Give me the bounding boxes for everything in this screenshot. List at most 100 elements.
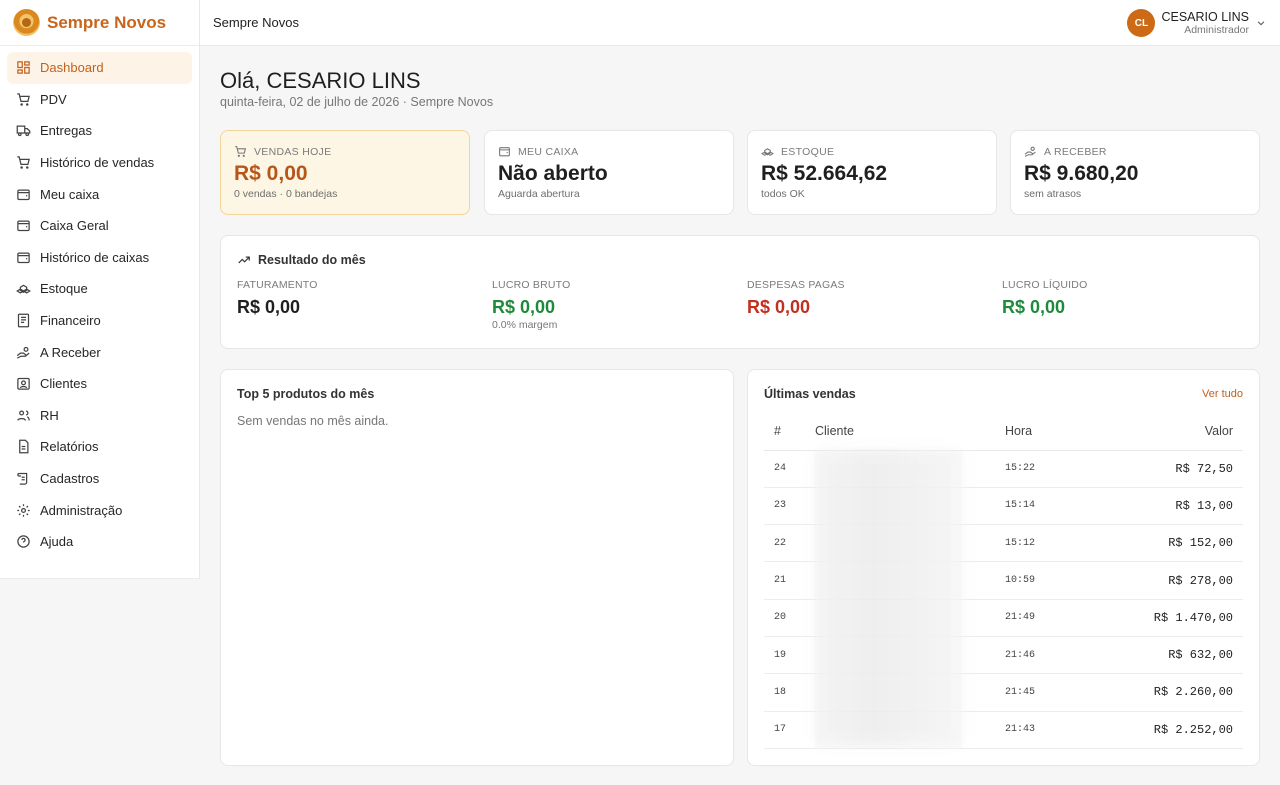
sale-value: R$ 13,00 — [1062, 487, 1243, 526]
result-label: LUCRO LÍQUIDO — [1002, 279, 1088, 291]
section-title: Últimas vendas — [764, 387, 856, 401]
sale-value: R$ 278,00 — [1062, 561, 1243, 600]
sale-time: 15:12 — [962, 524, 1062, 563]
user-role: Administrador — [1184, 24, 1249, 37]
monthly-result-card: Resultado do mês FATURAMENTO R$ 0,00 LUC… — [220, 235, 1260, 349]
sale-number: 20 — [764, 599, 815, 637]
recent-sales-card: Últimas vendas Ver tudo # Cliente Hora V… — [747, 369, 1260, 766]
sidebar-item-estoque[interactable]: Estoque — [7, 273, 192, 305]
sidebar-item-historico-caixas[interactable]: Histórico de caixas — [7, 242, 192, 274]
sidebar-item-meu-caixa[interactable]: Meu caixa — [7, 178, 192, 210]
sidebar-item-administracao[interactable]: Administração — [7, 494, 192, 526]
sidebar-item-label: Financeiro — [40, 313, 101, 329]
sidebar-item-pdv[interactable]: PDV — [7, 84, 192, 116]
sidebar-item-label: Clientes — [40, 376, 87, 392]
column-header[interactable]: Hora — [962, 413, 1062, 451]
brand[interactable]: Sempre Novos — [0, 0, 199, 46]
sale-value: R$ 2.260,00 — [1062, 673, 1243, 712]
kpi-value: R$ 9.680,20 — [1024, 162, 1139, 185]
sale-time: 21:49 — [962, 599, 1062, 637]
sale-value: R$ 1.470,00 — [1062, 599, 1243, 637]
sidebar-item-cadastros[interactable]: Cadastros — [7, 463, 192, 495]
result-label: FATURAMENTO — [237, 279, 318, 291]
sidebar-item-historico-vendas[interactable]: Histórico de vendas — [7, 147, 192, 179]
page-title: Sempre Novos — [213, 15, 299, 30]
sale-time: 21:45 — [962, 673, 1062, 712]
trending-up-icon — [238, 256, 250, 264]
see-all-link[interactable]: Ver tudo — [1202, 388, 1243, 400]
user-menu[interactable]: CL CESARIO LINS Administrador — [1127, 9, 1266, 37]
sidebar-item-entregas[interactable]: Entregas — [7, 115, 192, 147]
user-name: CESARIO LINS — [1161, 9, 1249, 24]
receipt-icon — [17, 313, 30, 328]
sidebar-item-a-receber[interactable]: A Receber — [7, 336, 192, 368]
sidebar-item-label: A Receber — [40, 344, 101, 360]
brand-name: Sempre Novos — [47, 12, 167, 32]
sale-value: R$ 2.252,00 — [1062, 711, 1243, 749]
dashboard-icon — [17, 61, 30, 75]
sidebar-item-label: Administração — [40, 502, 123, 518]
result-despesas-pagas: DESPESAS PAGAS R$ 0,00 — [747, 279, 845, 318]
cart-icon — [235, 146, 247, 157]
sale-value: R$ 632,00 — [1062, 636, 1243, 675]
result-value: R$ 0,00 — [492, 297, 556, 317]
kpi-value: Não aberto — [498, 162, 608, 185]
kpi-sub: todos OK — [761, 188, 805, 200]
scroll-icon — [17, 472, 28, 485]
kpi-sub: 0 vendas · 0 bandejas — [234, 188, 338, 200]
wallet-icon — [17, 189, 30, 200]
topbar: Sempre Novos CL CESARIO LINS Administrad… — [200, 0, 1280, 46]
sale-time: 15:22 — [962, 450, 1062, 488]
column-header[interactable]: Cliente — [815, 413, 962, 451]
result-label: LUCRO BRUTO — [492, 279, 571, 291]
result-value: R$ 0,00 — [747, 297, 811, 317]
sidebar-item-clientes[interactable]: Clientes — [7, 368, 192, 400]
sale-time: 15:14 — [962, 487, 1062, 526]
sidebar-item-rh[interactable]: RH — [7, 400, 192, 432]
result-sub: 0.0% margem — [492, 319, 558, 331]
result-label: DESPESAS PAGAS — [747, 279, 845, 291]
kpi-value: R$ 52.664,62 — [761, 162, 888, 185]
section-title: Resultado do mês — [258, 253, 366, 267]
sale-value: R$ 152,00 — [1062, 524, 1243, 563]
sidebar-item-label: Cadastros — [40, 471, 100, 487]
truck-icon — [16, 125, 31, 137]
empty-state: Sem vendas no mês ainda. — [237, 414, 389, 428]
sidebar-nav: Dashboard PDV Entregas Histórico de vend… — [0, 46, 199, 558]
sidebar-item-ajuda[interactable]: Ajuda — [7, 526, 192, 558]
sidebar-item-relatorios[interactable]: Relatórios — [7, 431, 192, 463]
help-icon — [17, 535, 30, 548]
wallet-icon — [17, 252, 30, 263]
sidebar-item-dashboard[interactable]: Dashboard — [7, 52, 192, 84]
sidebar-item-label: Caixa Geral — [40, 218, 109, 234]
column-header[interactable]: # — [764, 413, 815, 451]
sale-number: 24 — [764, 450, 815, 488]
sidebar-item-financeiro[interactable]: Financeiro — [7, 305, 192, 337]
kpi-estoque[interactable]: ESTOQUE R$ 52.664,62 todos OK — [747, 130, 997, 215]
sale-number: 21 — [764, 561, 815, 600]
sidebar-item-label: PDV — [40, 91, 67, 107]
sidebar: Sempre Novos Dashboard PDV Entregas Hist… — [0, 0, 200, 579]
sale-time: 21:43 — [962, 711, 1062, 749]
section-title: Top 5 produtos do mês — [237, 387, 375, 401]
sidebar-item-label: Dashboard — [40, 60, 104, 76]
kpi-vendas-hoje[interactable]: VENDAS HOJE R$ 0,00 0 vendas · 0 bandeja… — [220, 130, 470, 215]
report-icon — [19, 440, 29, 454]
sale-time: 21:46 — [962, 636, 1062, 675]
column-header[interactable]: Valor — [1062, 413, 1243, 451]
kpi-label: ESTOQUE — [781, 145, 835, 158]
sidebar-item-label: Estoque — [40, 281, 88, 297]
contact-icon — [17, 378, 30, 390]
boxes-icon — [761, 148, 774, 156]
sidebar-item-caixa-geral[interactable]: Caixa Geral — [7, 210, 192, 242]
kpi-a-receber[interactable]: A RECEBER R$ 9.680,20 sem atrasos — [1010, 130, 1260, 215]
boxes-icon — [16, 285, 31, 295]
cart-icon — [17, 93, 30, 106]
kpi-meu-caixa[interactable]: MEU CAIXA Não aberto Aguarda abertura — [484, 130, 734, 215]
sale-number: 23 — [764, 487, 815, 526]
sidebar-item-label: Entregas — [40, 123, 93, 139]
avatar: CL — [1127, 9, 1156, 37]
kpi-label: MEU CAIXA — [518, 145, 579, 158]
greeting-title: Olá, CESARIO LINS — [220, 68, 421, 93]
result-value: R$ 0,00 — [1002, 297, 1066, 317]
